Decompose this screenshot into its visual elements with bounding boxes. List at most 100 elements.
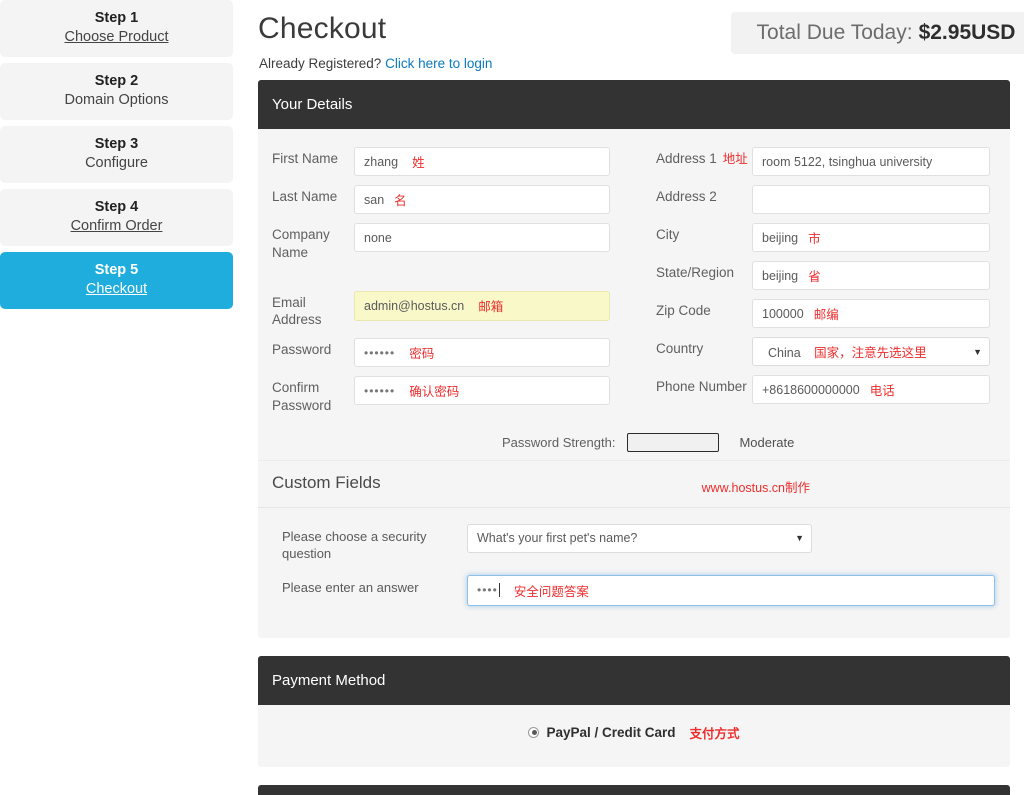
- order-steps-sidebar: Step 1 Choose Product Step 2 Domain Opti…: [0, 0, 233, 315]
- email-address-input[interactable]: admin@hostus.cn 邮箱: [354, 290, 610, 321]
- site-watermark: www.hostus.cn制作: [701, 480, 810, 495]
- step-number: Step 4: [94, 199, 139, 216]
- sidebar-step-5-checkout[interactable]: Step 5 Checkout: [0, 252, 233, 310]
- sidebar-step-3[interactable]: Step 3 Configure: [0, 126, 233, 184]
- step-number: Step 5: [94, 262, 139, 279]
- state-region-label: State/Region: [656, 265, 735, 280]
- security-answer-value: ••••: [477, 583, 498, 598]
- confirm-password-value: ••••••: [364, 383, 396, 398]
- sidebar-step-4[interactable]: Step 4 Confirm Order: [0, 189, 233, 247]
- radio-selected-icon[interactable]: [528, 726, 540, 738]
- password-strength-text: Moderate: [739, 434, 795, 450]
- payment-method-body: PayPal / Credit Card 支付方式: [258, 704, 1010, 767]
- state-region-input[interactable]: beijing 省: [752, 261, 990, 290]
- security-question-value: What's your first pet's name?: [477, 531, 638, 546]
- field-security-answer: Please enter an answer •••• 安全问题答案: [282, 574, 996, 606]
- address2-input[interactable]: [752, 185, 990, 214]
- field-email-address: Email Address admin@hostus.cn 邮箱: [272, 290, 634, 330]
- checkout-main: Checkout Total Due Today: $2.95USD Alrea…: [258, 0, 1024, 795]
- last-name-label: Last Name: [272, 189, 338, 204]
- field-address1: Address 1 地址 room 5122, tsinghua universi…: [656, 147, 996, 176]
- email-address-annotation: 邮箱: [478, 300, 504, 315]
- confirm-password-input[interactable]: •••••• 确认密码: [354, 376, 610, 406]
- last-name-input[interactable]: san 名: [354, 185, 610, 214]
- address1-label: Address 1 地址: [656, 147, 752, 168]
- sidebar-step-2[interactable]: Step 2 Domain Options: [0, 63, 233, 121]
- address1-value: room 5122, tsinghua university: [762, 154, 933, 169]
- chevron-down-icon: ▼: [795, 533, 804, 544]
- step-number: Step 2: [94, 73, 139, 90]
- payment-option-label: PayPal / Credit Card: [546, 724, 676, 740]
- password-strength-row: Password Strength: Moderate: [272, 432, 996, 452]
- confirm-password-annotation: 确认密码: [409, 385, 460, 400]
- city-input[interactable]: beijing 市: [752, 223, 990, 252]
- total-due-badge: Total Due Today: $2.95USD: [731, 12, 1024, 54]
- password-annotation: 密码: [409, 347, 435, 362]
- field-security-question: Please choose a security question What's…: [282, 523, 996, 563]
- custom-fields-header: Custom Fields www.hostus.cn制作: [258, 459, 1010, 507]
- page-title: Checkout: [258, 12, 387, 45]
- login-link[interactable]: Click here to login: [385, 56, 492, 71]
- first-name-input[interactable]: zhang 姓: [354, 147, 610, 176]
- your-details-header: Your Details: [258, 80, 1010, 129]
- security-question-select[interactable]: What's your first pet's name? ▼: [467, 523, 812, 553]
- custom-fields-body: Please choose a security question What's…: [258, 508, 1010, 638]
- step-number: Step 1: [94, 10, 139, 26]
- address2-label: Address 2: [656, 189, 717, 204]
- payment-option-paypal[interactable]: PayPal / Credit Card 支付方式: [528, 723, 740, 742]
- zip-code-label: Zip Code: [656, 303, 711, 318]
- chevron-down-icon: ▼: [973, 346, 982, 357]
- phone-number-annotation: 电话: [869, 384, 895, 398]
- first-name-label: First Name: [272, 151, 339, 166]
- step-label: Configure: [85, 154, 148, 171]
- phone-number-label: Phone Number: [656, 379, 747, 394]
- details-left-column: First Name zhang 姓 Last Name san 名 Compa…: [272, 147, 634, 424]
- step-label: Choose Product: [64, 28, 169, 45]
- field-confirm-password: Confirm Password •••••• 确认密码: [272, 376, 634, 415]
- security-question-label: Please choose a security question: [282, 528, 427, 562]
- your-details-body: First Name zhang 姓 Last Name san 名 Compa…: [258, 129, 1010, 638]
- security-answer-input[interactable]: •••• 安全问题答案: [467, 574, 995, 606]
- your-details-panel: Your Details First Name zhang 姓 Last Nam…: [258, 80, 1010, 638]
- password-input[interactable]: •••••• 密码: [354, 338, 610, 368]
- address1-input[interactable]: room 5122, tsinghua university: [752, 147, 990, 176]
- field-zip-code: Zip Code 100000 邮编: [656, 299, 996, 328]
- payment-annotation: 支付方式: [689, 726, 740, 741]
- phone-number-value: +8618600000000: [762, 382, 860, 397]
- left-column-spacer: [272, 271, 634, 291]
- custom-fields-title: Custom Fields: [272, 472, 381, 492]
- text-cursor: [498, 583, 500, 598]
- zip-code-input[interactable]: 100000 邮编: [752, 299, 990, 328]
- city-label: City: [656, 227, 680, 242]
- first-name-value: zhang: [364, 154, 399, 169]
- payment-method-panel: Payment Method PayPal / Credit Card 支付方式: [258, 655, 1010, 767]
- country-value: China: [768, 346, 801, 360]
- zip-code-value: 100000: [762, 306, 804, 321]
- checkout-page: Step 1 Choose Product Step 2 Domain Opti…: [0, 0, 1024, 795]
- password-strength-label: Password Strength:: [502, 434, 616, 450]
- country-label: Country: [656, 341, 704, 356]
- field-address2: Address 2: [656, 185, 996, 214]
- country-annotation: 国家，注意先选这里: [814, 346, 927, 360]
- security-answer-label: Please enter an answer: [282, 579, 419, 595]
- phone-number-input[interactable]: +8618600000000 电话: [752, 375, 990, 404]
- company-name-input[interactable]: none: [354, 223, 610, 252]
- city-annotation: 市: [808, 232, 821, 246]
- company-name-label: Company Name: [272, 227, 330, 260]
- step-number: Step 3: [94, 136, 139, 153]
- total-due-label: Total Due Today:: [756, 21, 913, 44]
- confirm-password-label: Confirm Password: [272, 380, 332, 414]
- address1-label-annotation: 地址: [722, 152, 748, 166]
- step-label: Confirm Order: [70, 217, 163, 234]
- state-region-annotation: 省: [808, 270, 821, 284]
- already-registered-text: Already Registered?: [259, 56, 382, 71]
- address1-label-text: Address 1: [656, 151, 717, 166]
- field-company-name: Company Name none: [272, 223, 634, 262]
- city-value: beijing: [762, 230, 799, 245]
- email-address-label: Email Address: [272, 294, 322, 328]
- field-phone-number: Phone Number +8618600000000 电话: [656, 375, 996, 404]
- country-select[interactable]: China 国家，注意先选这里 ▼: [752, 337, 990, 366]
- email-address-value: admin@hostus.cn: [364, 298, 465, 313]
- total-due-amount: $2.95USD: [918, 21, 1016, 44]
- sidebar-step-1[interactable]: Step 1 Choose Product: [0, 0, 233, 58]
